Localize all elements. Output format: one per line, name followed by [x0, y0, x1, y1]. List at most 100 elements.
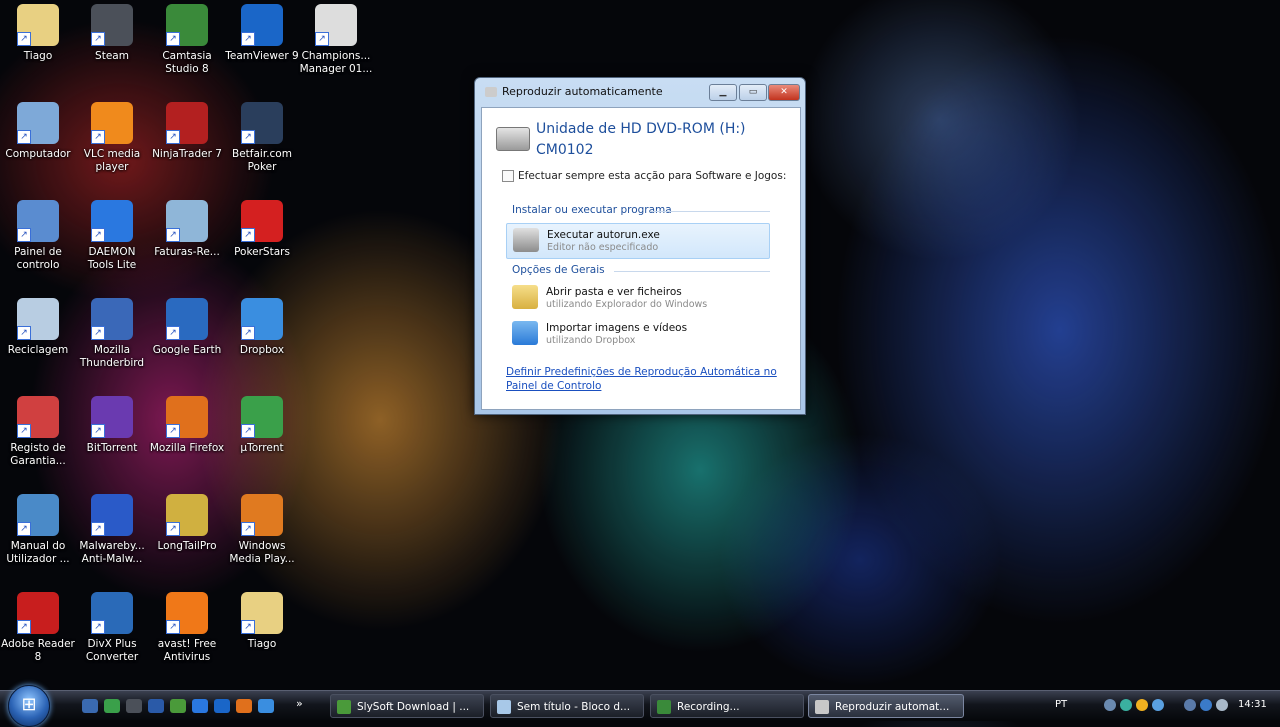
desktop-shortcut[interactable]: ↗ TeamViewer 9: [224, 0, 300, 63]
tray-app-4-icon[interactable]: [1184, 699, 1196, 711]
start-button[interactable]: ⊞: [8, 685, 50, 727]
desktop-shortcut[interactable]: ↗ Faturas-Re...: [149, 196, 225, 259]
firefox-quicklaunch-icon[interactable]: [236, 699, 252, 713]
shortcut-arrow-icon: ↗: [91, 424, 105, 438]
autoplay-icon: [815, 700, 829, 714]
option-open-folder[interactable]: Abrir pasta e ver ficheiros utilizando E…: [506, 281, 768, 315]
desktop-shortcut[interactable]: ↗ µTorrent: [224, 392, 300, 455]
desktop-shortcut[interactable]: ↗ Mozilla Thunderbird: [74, 294, 150, 370]
desktop-shortcut-label: Tiago: [23, 50, 53, 62]
desktop-shortcut[interactable]: ↗ Tiago: [224, 588, 300, 651]
shortcut-arrow-icon: ↗: [17, 620, 31, 634]
shortcut-arrow-icon: ↗: [17, 228, 31, 242]
desktop-shortcut[interactable]: ↗ NinjaTrader 7: [149, 98, 225, 161]
desktop-shortcut[interactable]: ↗ Dropbox: [224, 294, 300, 357]
vlc-icon: ↗: [91, 102, 133, 144]
steam-quicklaunch-icon[interactable]: [126, 699, 142, 713]
option-run-autorun[interactable]: Executar autorun.exe Editor não especifi…: [506, 223, 770, 259]
betfair-poker-icon: ↗: [241, 102, 283, 144]
option-run-autorun-label: Executar autorun.exe: [547, 229, 660, 241]
tray-app-3-icon[interactable]: [1152, 699, 1164, 711]
google-earth-icon: ↗: [166, 298, 208, 340]
taskbar-button-label: Recording...: [677, 701, 740, 713]
volume-icon[interactable]: [1216, 699, 1228, 711]
malwarebytes-icon: ↗: [91, 494, 133, 536]
desktop-shortcut[interactable]: ↗ Camtasia Studio 8: [149, 0, 225, 76]
desktop-shortcut[interactable]: ↗ VLC media player: [74, 98, 150, 174]
desktop-shortcut-label: Computador: [5, 148, 71, 160]
desktop-shortcut-label: Faturas-Re...: [154, 246, 220, 258]
desktop-shortcut[interactable]: ↗ avast! Free Antivirus: [149, 588, 225, 664]
taskbar-button[interactable]: Reproduzir automat...: [808, 694, 964, 718]
tray-app-icon[interactable]: [1120, 699, 1132, 711]
desktop-shortcut[interactable]: ↗ Registo de Garantia...: [0, 392, 76, 468]
taskbar-button-label: SlySoft Download | ...: [357, 701, 470, 713]
desktop-shortcut[interactable]: ↗ Adobe Reader 8: [0, 588, 76, 664]
taskbar-button[interactable]: Sem título - Bloco d...: [490, 694, 644, 718]
camtasia-recorder-icon: [657, 700, 671, 714]
tiago-folder-icon: ↗: [17, 4, 59, 46]
ninjatrader-icon: ↗: [166, 102, 208, 144]
section-general-options: Opções de Gerais: [512, 264, 605, 276]
desktop-shortcut[interactable]: ↗ Tiago: [0, 0, 76, 63]
desktop-shortcut[interactable]: ↗ BitTorrent: [74, 392, 150, 455]
language-indicator[interactable]: PT: [1055, 699, 1067, 710]
desktop-shortcut[interactable]: ↗ Mozilla Firefox: [149, 392, 225, 455]
network-icon[interactable]: [1104, 699, 1116, 711]
always-do-checkbox[interactable]: [502, 170, 514, 182]
shortcut-arrow-icon: ↗: [241, 522, 255, 536]
option-import-media[interactable]: Importar imagens e vídeos utilizando Dro…: [506, 317, 768, 351]
chrome-icon: [337, 700, 351, 714]
longtailpro-icon: ↗: [166, 494, 208, 536]
shortcut-arrow-icon: ↗: [241, 424, 255, 438]
desktop-shortcut[interactable]: ↗ DivX Plus Converter: [74, 588, 150, 664]
dropbox-quicklaunch-icon[interactable]: [258, 699, 274, 713]
shortcut-arrow-icon: ↗: [91, 620, 105, 634]
desktop-shortcut[interactable]: ↗ Google Earth: [149, 294, 225, 357]
desktop-shortcut-label: Adobe Reader 8: [1, 638, 75, 663]
close-button[interactable]: ✕: [768, 84, 800, 101]
desktop-shortcut-label: Painel de controlo: [14, 246, 62, 271]
skype-icon[interactable]: [104, 699, 120, 713]
warranty-icon: ↗: [17, 396, 59, 438]
maximize-button[interactable]: ▭: [739, 84, 767, 101]
folder-icon: [512, 285, 538, 309]
desktop-shortcut[interactable]: ↗ LongTailPro: [149, 490, 225, 553]
desktop-shortcut[interactable]: ↗ Manual do Utilizador ...: [0, 490, 76, 566]
tray-app-2-icon[interactable]: [1136, 699, 1148, 711]
desktop-shortcut[interactable]: ↗ Painel de controlo: [0, 196, 76, 272]
shortcut-arrow-icon: ↗: [91, 326, 105, 340]
desktop-shortcut-label: NinjaTrader 7: [152, 148, 222, 160]
minimize-button[interactable]: ▁: [709, 84, 737, 101]
faturas-icon: ↗: [166, 200, 208, 242]
clock[interactable]: 14:31: [1238, 699, 1267, 710]
desktop-shortcut-label: Google Earth: [152, 344, 222, 356]
switch-windows-icon[interactable]: [148, 699, 164, 713]
desktop-shortcut[interactable]: ↗ PokerStars: [224, 196, 300, 259]
desktop-shortcut[interactable]: ↗ Computador: [0, 98, 76, 161]
shortcut-arrow-icon: ↗: [166, 326, 180, 340]
desktop-shortcut-label: VLC media player: [83, 148, 141, 173]
desktop-shortcut[interactable]: ↗ Reciclagem: [0, 294, 76, 357]
chrome-quicklaunch-icon[interactable]: [170, 699, 186, 713]
shortcut-arrow-icon: ↗: [91, 522, 105, 536]
taskbar-button[interactable]: SlySoft Download | ...: [330, 694, 484, 718]
desktop-shortcut[interactable]: ↗ Champions... Manager 01...: [298, 0, 374, 76]
autoplay-defaults-link[interactable]: Definir Predefinições de Reprodução Auto…: [506, 365, 796, 393]
show-desktop-icon[interactable]: [82, 699, 98, 713]
shortcut-arrow-icon: ↗: [166, 32, 180, 46]
desktop-shortcut[interactable]: ↗ Steam: [74, 0, 150, 63]
desktop-shortcut[interactable]: ↗ DAEMON Tools Lite: [74, 196, 150, 272]
tray-app-5-icon[interactable]: [1200, 699, 1212, 711]
quicklaunch-overflow-chevron[interactable]: »: [296, 697, 303, 710]
taskbar-button[interactable]: Recording...: [650, 694, 804, 718]
dvd-drive-icon: [496, 127, 530, 151]
always-do-checkbox-row[interactable]: Efectuar sempre esta acção para Software…: [502, 170, 786, 182]
teamviewer-quicklaunch-icon[interactable]: [214, 699, 230, 713]
desktop-shortcut-label: DivX Plus Converter: [85, 638, 139, 663]
desktop-shortcut[interactable]: ↗ Windows Media Play...: [224, 490, 300, 566]
firefox-icon: ↗: [166, 396, 208, 438]
desktop-shortcut[interactable]: ↗ Malwareby... Anti-Malw...: [74, 490, 150, 566]
desktop-shortcut[interactable]: ↗ Betfair.com Poker: [224, 98, 300, 174]
ie-quicklaunch-icon[interactable]: [192, 699, 208, 713]
